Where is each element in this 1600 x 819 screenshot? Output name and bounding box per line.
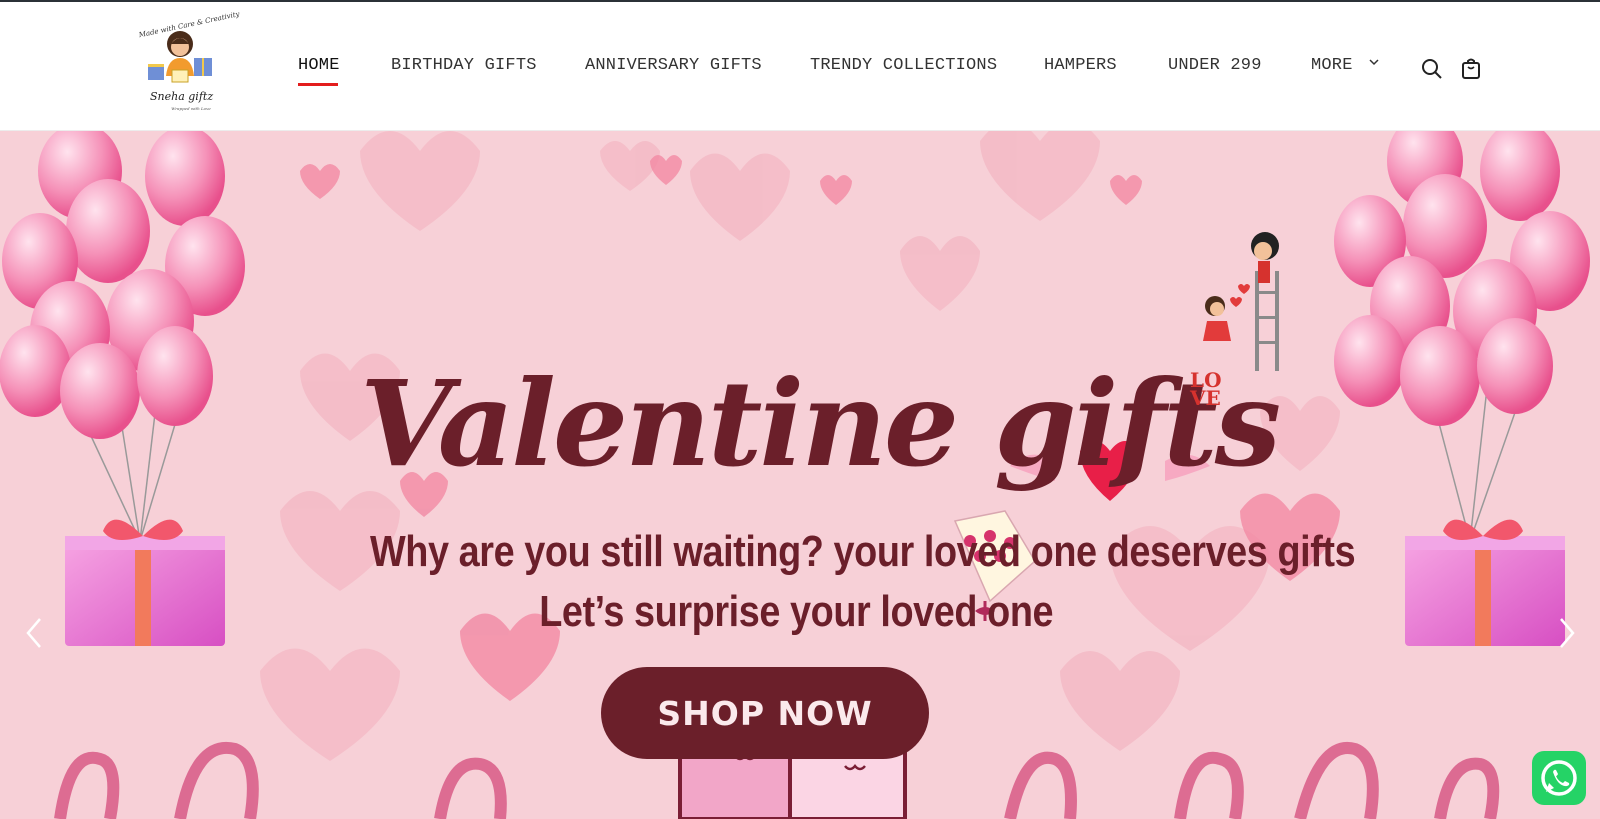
hero-subtitle-line-2: Let’s surprise your loved one	[539, 587, 1054, 636]
nav-more-label: MORE	[1311, 56, 1353, 75]
chevron-down-icon	[1369, 59, 1379, 70]
nav-home[interactable]: HOME	[298, 56, 340, 75]
chevron-right-icon	[1560, 618, 1575, 648]
logo-brand-name: Sneha giftz	[150, 90, 214, 103]
whatsapp-chat-button[interactable]	[1532, 751, 1586, 805]
chevron-left-icon	[26, 618, 41, 648]
love-badge-bottom: VE	[1190, 386, 1221, 410]
carousel-prev-button[interactable]	[22, 615, 46, 651]
hero-banner[interactable]: Valentine gifts LO VE Why are you still …	[0, 131, 1600, 819]
nav-birthday-gifts[interactable]: BIRTHDAY GIFTS	[391, 56, 537, 75]
brand-logo[interactable]: Made with Care & Creativity Sneha giftz …	[138, 10, 240, 114]
nav-under-299[interactable]: UNDER 299	[1168, 56, 1262, 75]
hero-subtitle-line-1: Why are you still waiting? your loved on…	[370, 527, 1356, 576]
search-icon[interactable]	[1420, 57, 1444, 81]
hero-title: Valentine gifts	[360, 354, 1281, 493]
nav-hampers[interactable]: HAMPERS	[1044, 56, 1117, 75]
site-header: Made with Care & Creativity Sneha giftz …	[0, 2, 1600, 131]
logo-tagline: Wrapped with Love	[171, 106, 211, 111]
whatsapp-icon	[1541, 760, 1577, 796]
shop-now-button[interactable]: SHOP NOW	[601, 667, 929, 759]
nav-anniversary-gifts[interactable]: ANNIVERSARY GIFTS	[585, 56, 762, 75]
nav-trendy-collections[interactable]: TRENDY COLLECTIONS	[810, 56, 997, 75]
love-badge: LO VE	[1190, 370, 1221, 410]
nav-more[interactable]: MORE	[1311, 56, 1379, 75]
shopping-bag-icon[interactable]	[1459, 57, 1483, 81]
nav-active-indicator	[298, 83, 338, 86]
carousel-next-button[interactable]	[1555, 615, 1579, 651]
